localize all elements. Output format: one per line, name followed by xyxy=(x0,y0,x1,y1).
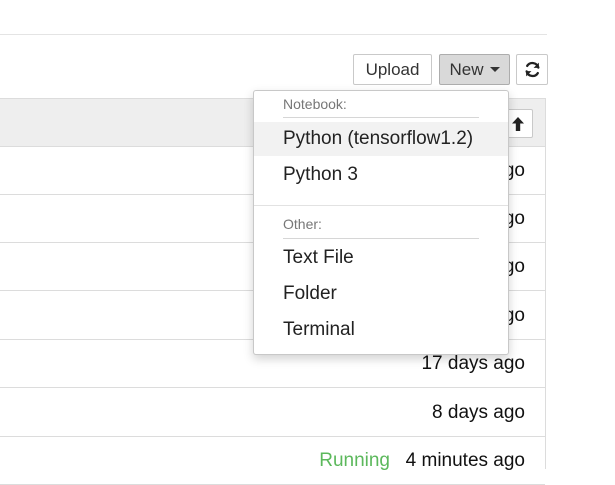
modified-time: 17 days ago xyxy=(421,353,525,374)
refresh-button[interactable] xyxy=(516,54,548,85)
upload-button[interactable]: Upload xyxy=(353,54,432,85)
arrow-up-icon xyxy=(512,116,524,131)
menu-item-label: Text File xyxy=(283,247,354,268)
menu-item-label: Folder xyxy=(283,283,337,304)
caret-down-icon xyxy=(489,67,500,72)
list-item[interactable]: 8 days ago xyxy=(0,389,545,437)
menu-divider xyxy=(254,205,508,206)
modified-time: 4 minutes ago xyxy=(405,450,525,471)
refresh-icon xyxy=(524,61,540,78)
menu-item-label: Python (tensorflow1.2) xyxy=(283,128,474,149)
notebook-section-header: Notebook: xyxy=(283,96,347,112)
running-status: Running xyxy=(319,450,390,471)
menu-item-label: Terminal xyxy=(283,319,355,340)
new-dropdown-menu: Notebook: Python (tensorflow1.2) Python … xyxy=(253,90,509,355)
menu-item-folder[interactable]: Folder xyxy=(254,277,508,311)
header-divider xyxy=(0,34,547,35)
menu-item-terminal[interactable]: Terminal xyxy=(254,313,508,347)
upload-label: Upload xyxy=(365,59,420,79)
list-item[interactable]: Running 4 minutes ago xyxy=(0,437,545,485)
menu-item-text-file[interactable]: Text File xyxy=(254,241,508,275)
notebook-header-divider xyxy=(283,117,479,118)
new-button[interactable]: New xyxy=(439,54,510,85)
other-section-header: Other: xyxy=(283,216,322,232)
menu-item-python-3[interactable]: Python 3 xyxy=(254,158,508,192)
modified-time: 8 days ago xyxy=(432,402,525,423)
other-header-divider xyxy=(283,238,479,239)
new-label: New xyxy=(449,59,484,79)
menu-item-label: Python 3 xyxy=(283,164,358,185)
menu-item-python-tensorflow[interactable]: Python (tensorflow1.2) xyxy=(254,122,508,156)
